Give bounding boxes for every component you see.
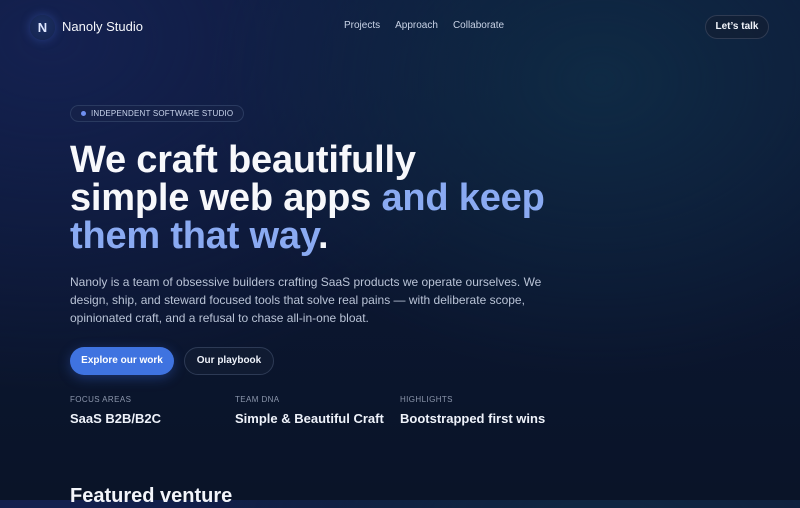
headline-line-2: simple web apps — [70, 177, 382, 219]
headline-accent-1: and keep — [381, 177, 545, 219]
nav-links: Projects Approach Collaborate — [344, 20, 504, 31]
studio-badge: INDEPENDENT SOFTWARE STUDIO — [70, 105, 245, 122]
nav-link-collaborate[interactable]: Collaborate — [453, 20, 504, 31]
brand-name[interactable]: Nanoly Studio — [62, 19, 143, 34]
stat-value: Bootstrapped first wins — [400, 411, 546, 426]
stat-value: Simple & Beautiful Craft — [235, 411, 384, 426]
lets-talk-button[interactable]: Let’s talk — [705, 15, 769, 39]
hero-description: Nanoly is a team of obsessive builders c… — [70, 275, 542, 325]
stat-label: FOCUS AREAS — [70, 395, 132, 404]
stat-focus-areas: FOCUS AREAS SaaS B2B/B2C — [70, 395, 161, 426]
headline-accent-2: them that way — [70, 215, 318, 257]
explore-work-button[interactable]: Explore our work — [70, 347, 174, 375]
hero-headline: We craft beautifully simple web apps and… — [70, 141, 545, 255]
playbook-button[interactable]: Our playbook — [184, 347, 274, 375]
badge-dot-icon — [81, 111, 86, 116]
stat-value: SaaS B2B/B2C — [70, 411, 162, 426]
badge-label: INDEPENDENT SOFTWARE STUDIO — [91, 109, 234, 118]
stat-label: TEAM DNA — [235, 395, 280, 404]
nav-link-approach[interactable]: Approach — [395, 20, 438, 31]
top-nav: N Nanoly Studio Projects Approach Collab… — [0, 0, 800, 55]
logo-mark[interactable]: N — [30, 15, 55, 40]
stat-team-dna: TEAM DNA Simple & Beautiful Craft — [235, 395, 384, 426]
featured-venture-heading: Featured venture — [70, 485, 233, 507]
stat-label: HIGHLIGHTS — [400, 395, 453, 404]
headline-period: . — [317, 215, 329, 257]
stat-highlights: HIGHLIGHTS Bootstrapped first wins — [400, 395, 545, 426]
headline-line-1: We craft beautifully — [70, 139, 416, 181]
nav-link-projects[interactable]: Projects — [344, 20, 380, 31]
